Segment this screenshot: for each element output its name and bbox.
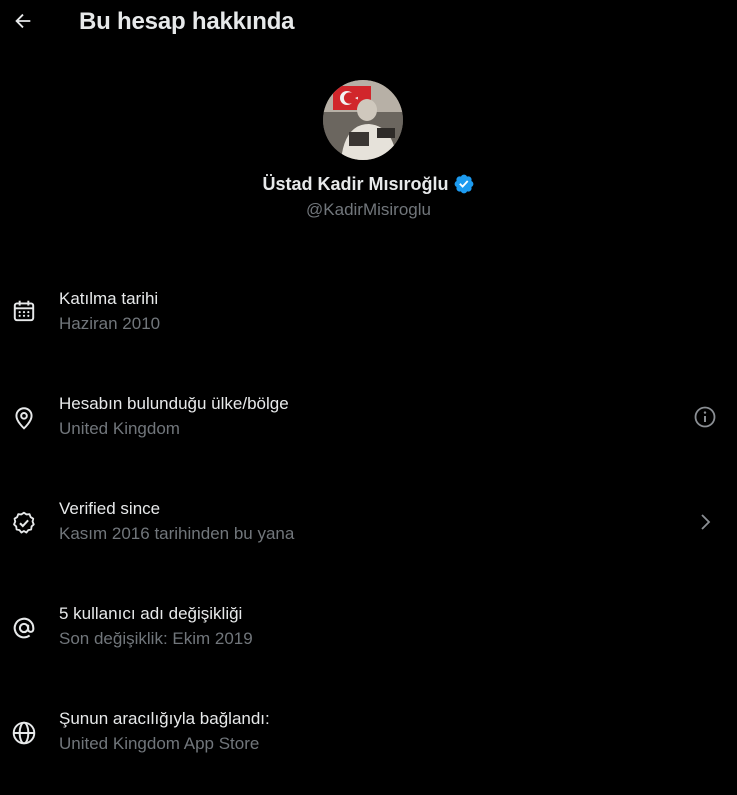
info-row-username-changes: 5 kullanıcı adı değişikliği Son değişikl…: [0, 585, 737, 690]
profile-name: Üstad Kadir Mısıroğlu: [262, 173, 449, 194]
row-value: United Kingdom App Store: [59, 734, 260, 753]
row-value: United Kingdom: [59, 419, 180, 438]
header: Bu hesap hakkında: [0, 0, 737, 46]
info-row-joined: Katılma tarihi Haziran 2010: [0, 270, 737, 375]
profile-handle: @KadirMisiroglu: [306, 200, 431, 219]
row-value: Son değişiklik: Ekim 2019: [59, 629, 253, 648]
avatar[interactable]: [323, 80, 403, 160]
row-value: Haziran 2010: [59, 314, 161, 333]
info-icon[interactable]: [693, 405, 717, 429]
info-row-verified[interactable]: Verified since Kasım 2016 tarihinden bu …: [0, 480, 737, 585]
info-row-connected-via: Şunun aracılığıyla bağlandı: United King…: [0, 690, 737, 795]
row-label: Verified since: [59, 499, 161, 518]
back-button[interactable]: [8, 6, 38, 36]
name-row: Üstad Kadir Mısıroğlu: [0, 173, 737, 195]
row-label: Hesabın bulunduğu ülke/bölge: [59, 394, 289, 413]
arrow-left-icon: [15, 13, 31, 29]
globe-icon: [12, 721, 36, 745]
row-label: 5 kullanıcı adı değişikliği: [59, 604, 243, 623]
row-label: Katılma tarihi: [59, 289, 159, 308]
calendar-icon: [13, 300, 35, 322]
row-label: Şunun aracılığıyla bağlandı:: [59, 709, 270, 728]
verified-badge-icon: [454, 174, 473, 194]
chevron-right-icon[interactable]: [693, 510, 717, 534]
info-row-country: Hesabın bulunduğu ülke/bölge United King…: [0, 375, 737, 480]
page-title: Bu hesap hakkında: [79, 8, 295, 35]
at-sign-icon: [13, 617, 35, 639]
verified-check-icon: [13, 511, 35, 534]
row-value: Kasım 2016 tarihinden bu yana: [59, 524, 295, 543]
location-pin-icon: [15, 407, 33, 430]
